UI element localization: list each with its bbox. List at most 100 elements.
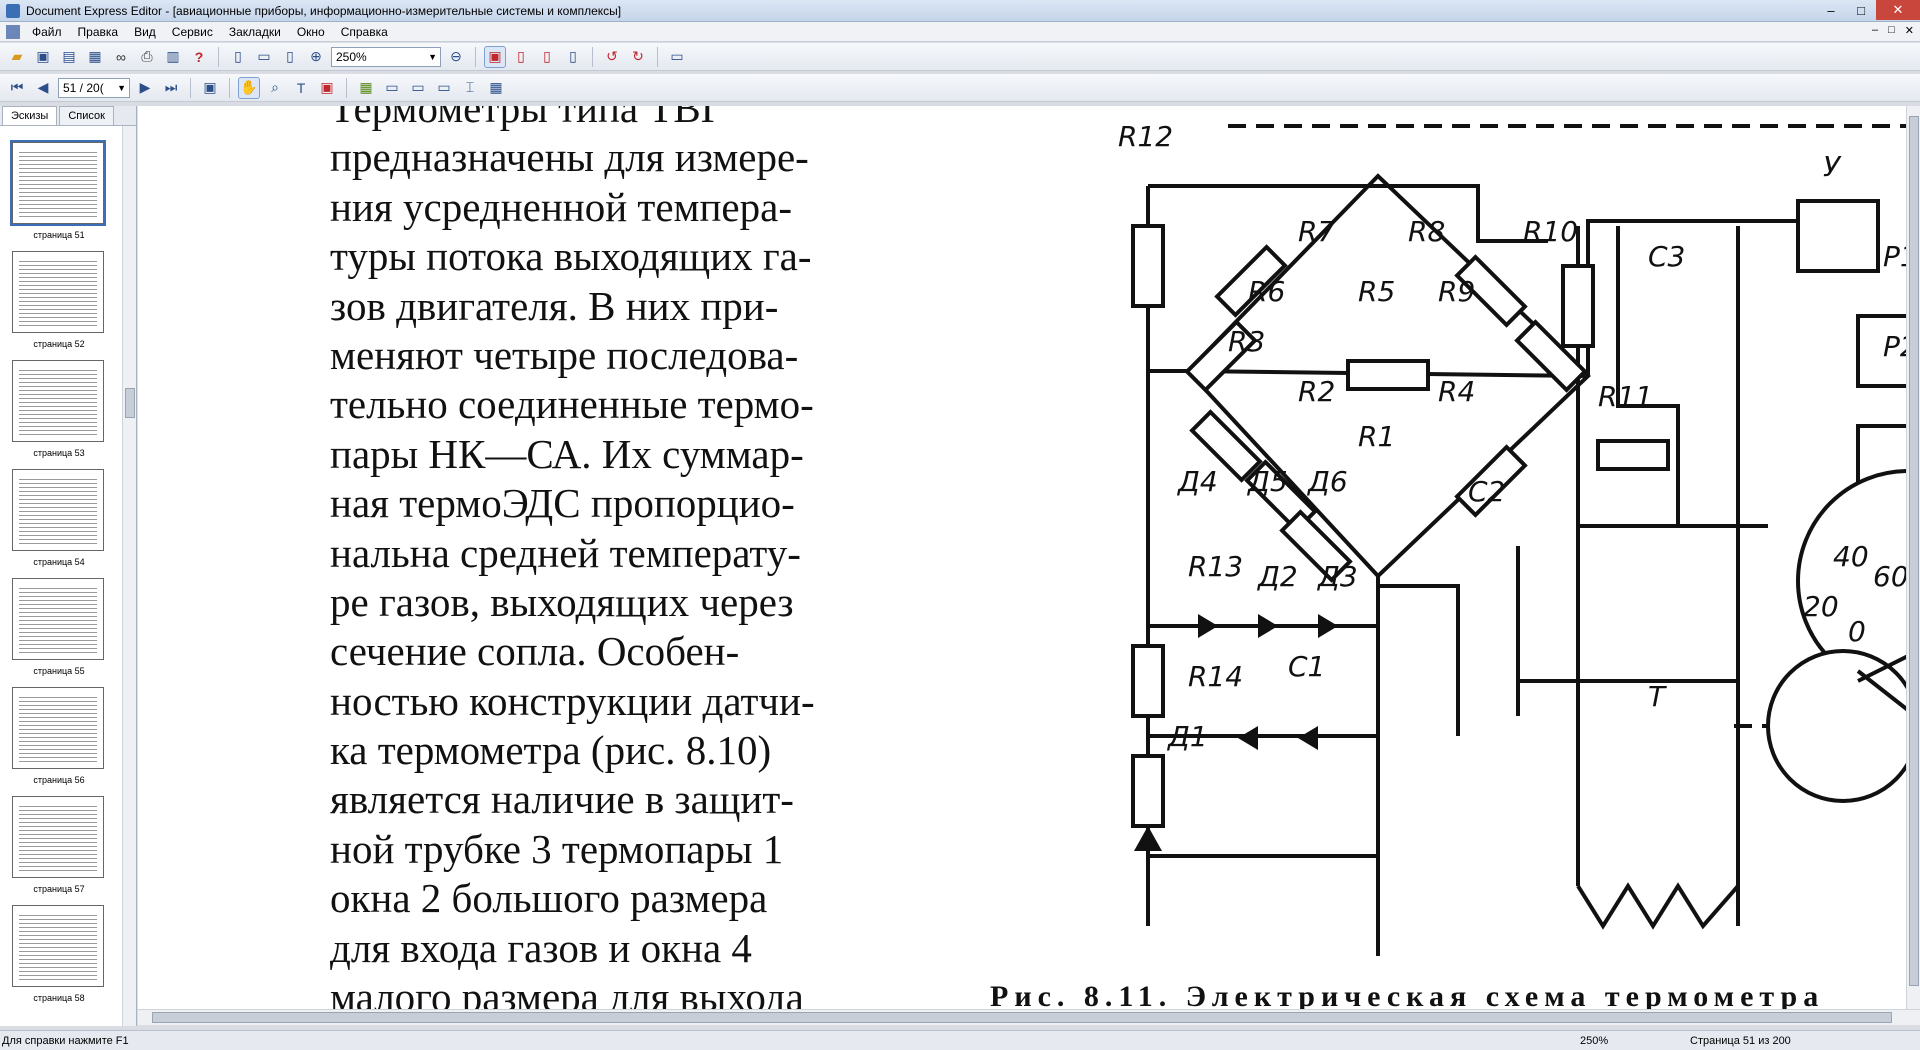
label-d1: Д1: [1166, 720, 1208, 753]
label-r1: R1: [1358, 420, 1395, 453]
text-tool-icon[interactable]: T: [290, 77, 312, 99]
page-view-3-icon[interactable]: ▯: [536, 46, 558, 68]
mdi-controls: – □ ✕: [1872, 24, 1914, 37]
open-folder-icon[interactable]: ▰: [6, 46, 28, 68]
thumbnail-page-52[interactable]: страница 52: [12, 251, 106, 349]
horizontal-scrollbar[interactable]: [138, 1009, 1920, 1025]
text-line: пары НК—СА. Их суммар-: [330, 430, 804, 477]
label-d5: Д5: [1246, 465, 1288, 498]
menu-help[interactable]: Справка: [333, 25, 396, 39]
text-line: Термометры типа ТВГ: [330, 106, 725, 131]
tab-list[interactable]: Список: [59, 106, 114, 125]
figure-caption: Рис. 8.11. Электрическая схема термометр…: [990, 980, 1825, 1009]
circuit-schematic: R12 R7 R8 R6 R5 R9 R10 R3 R2 R4 R1 R11 R…: [1118, 120, 1906, 956]
help-icon[interactable]: ?: [188, 46, 210, 68]
tool-5-icon[interactable]: ⌶: [459, 77, 481, 99]
window-title: Document Express Editor - [авиационные п…: [26, 3, 622, 18]
region-tool-icon[interactable]: ▣: [316, 77, 338, 99]
tool-6-icon[interactable]: ▦: [485, 77, 507, 99]
zoom-in-icon[interactable]: ⊕: [305, 46, 327, 68]
toolbar-separator: [592, 46, 593, 67]
page-body-text: Термометры типа ТВГ предназначены для из…: [330, 106, 930, 1009]
print-icon[interactable]: ⎙: [136, 46, 158, 68]
text-line: ностью конструкции датчи-: [330, 677, 815, 724]
thumbnail-page-51[interactable]: страница 51: [10, 140, 106, 240]
thumbnail-page-58[interactable]: страница 58: [12, 905, 106, 1003]
text-line: ния усредненной темпера-: [330, 183, 792, 230]
menu-bookmarks[interactable]: Закладки: [221, 25, 289, 39]
label-r2: R2: [1298, 375, 1335, 408]
fit-width-icon[interactable]: ▭: [253, 46, 275, 68]
export-icon[interactable]: ▦: [84, 46, 106, 68]
status-help-text: Для справки нажмите F1: [2, 1034, 129, 1047]
tab-thumbnails[interactable]: Эскизы: [2, 106, 58, 125]
vertical-scrollbar[interactable]: [1906, 106, 1920, 1009]
page-select-value: 51 / 20(: [63, 80, 104, 95]
page-view-icon[interactable]: ▣: [484, 45, 506, 68]
chevron-down-icon: ▼: [117, 82, 126, 93]
next-page-icon[interactable]: ▶: [134, 77, 156, 99]
menu-view[interactable]: Вид: [126, 25, 164, 39]
thumbnail-page-56[interactable]: страница 56: [12, 687, 106, 785]
minimize-button[interactable]: –: [1816, 0, 1846, 20]
document-icon[interactable]: [6, 24, 20, 39]
thumbnails-scrollbar[interactable]: [122, 126, 136, 1026]
binoculars-icon[interactable]: ∞: [110, 46, 132, 68]
zoom-tool-icon[interactable]: ⌕: [264, 77, 286, 99]
document-viewer[interactable]: Термометры типа ТВГ предназначены для из…: [138, 106, 1906, 1009]
text-line: для входа газов и окна 4: [330, 924, 752, 971]
tool-2-icon[interactable]: ▭: [381, 77, 403, 99]
sidebar-tabs: Эскизы Список: [0, 106, 136, 126]
zoom-select[interactable]: 250% ▼: [331, 46, 441, 67]
zoom-out-icon[interactable]: ⊖: [445, 46, 467, 68]
hand-tool-icon[interactable]: ✋: [238, 76, 260, 99]
dial-label-0: 0: [1848, 615, 1866, 648]
mdi-close-button[interactable]: ✕: [1905, 24, 1914, 37]
save-icon[interactable]: ▣: [32, 46, 54, 68]
label-r12: R12: [1118, 120, 1173, 153]
select-page-icon[interactable]: ▣: [199, 77, 221, 99]
thumbnail-page-55[interactable]: страница 55: [12, 578, 106, 676]
previous-page-icon[interactable]: ◀: [32, 77, 54, 99]
tool-1-icon[interactable]: ▦: [355, 77, 377, 99]
thumbnail-page-54[interactable]: страница 54: [12, 469, 106, 567]
screen-icon[interactable]: ▭: [666, 46, 688, 68]
maximize-button[interactable]: □: [1846, 0, 1876, 20]
thumbnail-image: [12, 578, 104, 660]
thumbnail-caption: страница 53: [33, 448, 85, 458]
menu-service[interactable]: Сервис: [164, 25, 221, 39]
actual-size-icon[interactable]: ▯: [279, 46, 301, 68]
mdi-restore-button[interactable]: □: [1888, 24, 1895, 37]
toolbar-separator: [190, 77, 191, 98]
label-r14: R14: [1188, 660, 1243, 693]
fit-page-icon[interactable]: ▯: [227, 46, 249, 68]
page-view-2-icon[interactable]: ▯: [510, 46, 532, 68]
label-r9: R9: [1438, 275, 1475, 308]
close-button[interactable]: ✕: [1876, 0, 1920, 20]
scan-icon[interactable]: ▤: [58, 46, 80, 68]
first-page-icon[interactable]: ⏮: [6, 77, 28, 99]
page-select[interactable]: 51 / 20( ▼: [58, 77, 130, 98]
tool-3-icon[interactable]: ▭: [407, 77, 429, 99]
page-view-4-icon[interactable]: ▯: [562, 46, 584, 68]
menu-edit[interactable]: Правка: [70, 25, 127, 39]
mdi-minimize-button[interactable]: –: [1872, 24, 1878, 37]
rotate-left-icon[interactable]: ↺: [601, 46, 623, 68]
thumbnail-page-57[interactable]: страница 57: [12, 796, 106, 894]
title-bar: Document Express Editor - [авиационные п…: [0, 0, 1920, 22]
thumbnail-caption: страница 57: [33, 884, 85, 894]
rotate-right-icon[interactable]: ↻: [627, 46, 649, 68]
tool-4-icon[interactable]: ▭: [433, 77, 455, 99]
label-d2: Д2: [1256, 560, 1298, 593]
menu-window[interactable]: Окно: [289, 25, 333, 39]
thumbnail-page-53[interactable]: страница 53: [12, 360, 106, 458]
menu-file[interactable]: Файл: [24, 25, 70, 39]
label-r8: R8: [1408, 215, 1445, 248]
text-line: ной трубке 3 термопары 1: [330, 825, 784, 872]
properties-icon[interactable]: ▥: [162, 46, 184, 68]
thumbnail-image: [12, 469, 104, 551]
label-r3: R3: [1228, 325, 1265, 358]
last-page-icon[interactable]: ⏭: [160, 77, 182, 99]
dial-label-60: 60: [1873, 560, 1906, 593]
label-r13: R13: [1188, 550, 1243, 583]
